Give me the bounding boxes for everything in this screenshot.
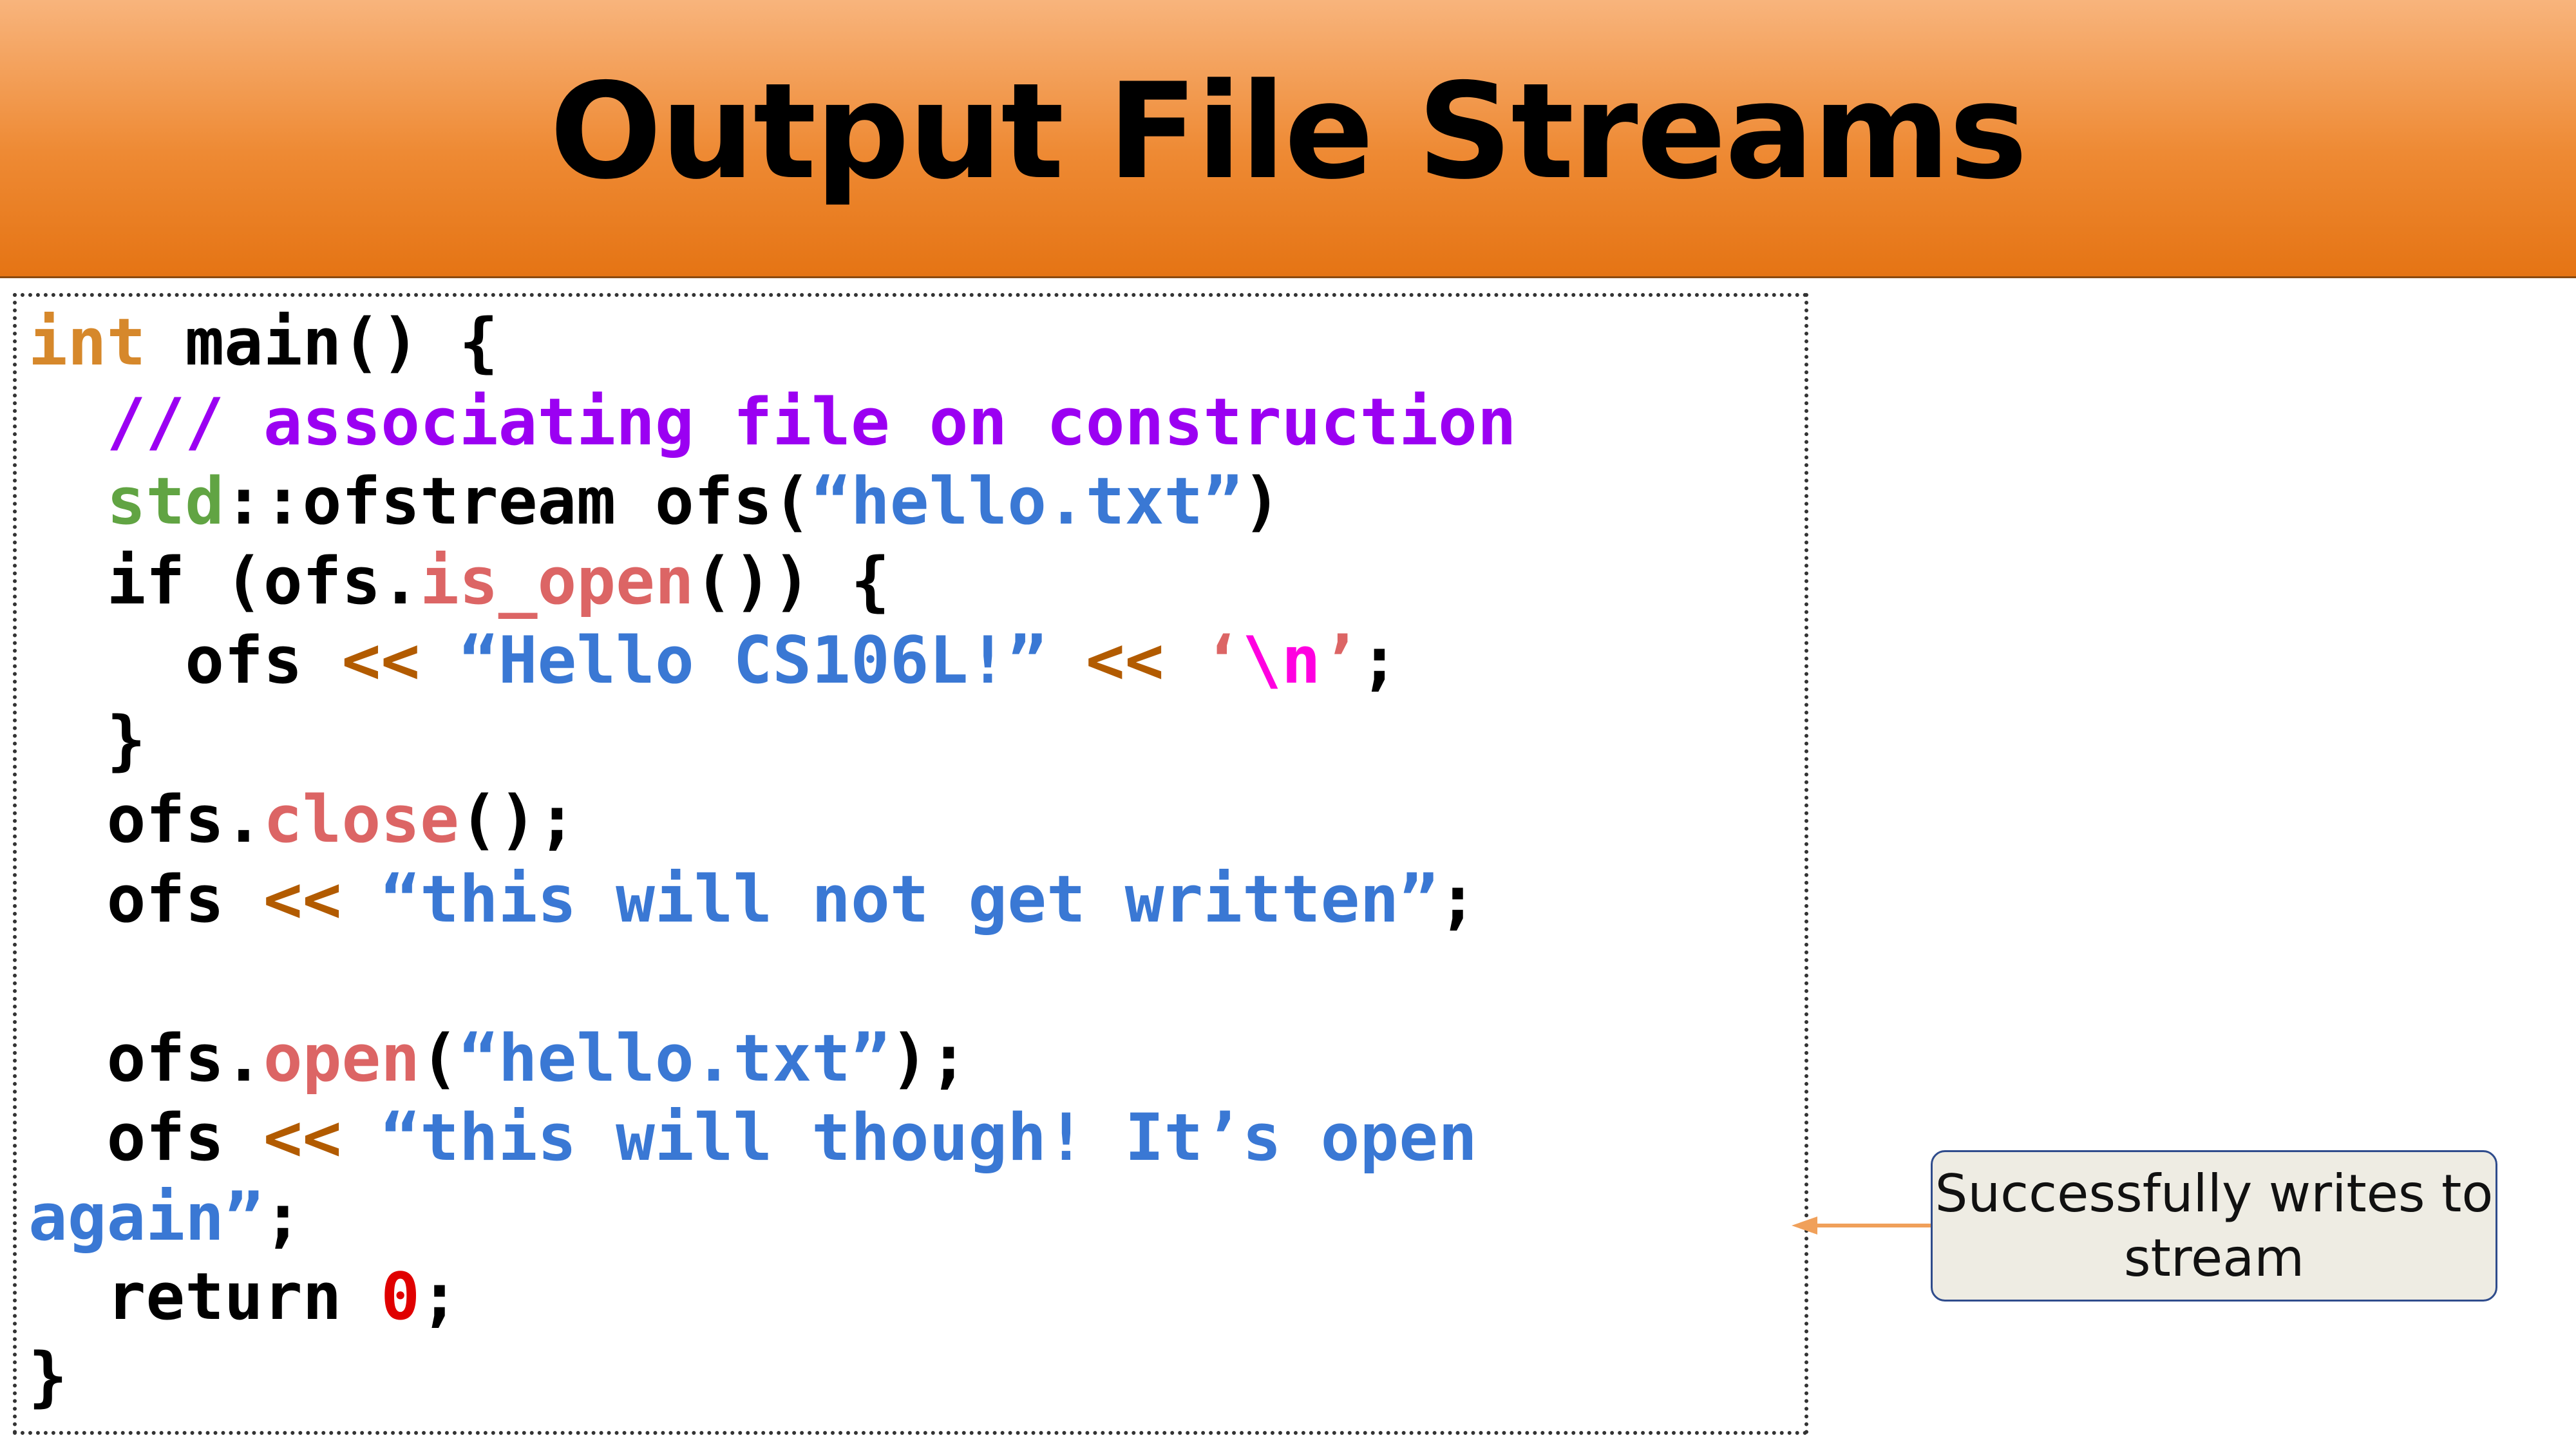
- code-token: ofs: [28, 622, 342, 698]
- code-token: return: [28, 1258, 381, 1334]
- pointer-arrow-icon: [1792, 1217, 1933, 1235]
- code-line: }: [28, 701, 1517, 781]
- code-line: return 0;: [28, 1257, 1517, 1337]
- code-token: 0: [381, 1258, 421, 1334]
- code-token: ::ofstream ofs(: [224, 463, 812, 539]
- code-line: ofs.close();: [28, 780, 1517, 860]
- code-token: (: [420, 1019, 459, 1096]
- code-token: ’: [1320, 622, 1360, 698]
- code-token: ;: [1438, 860, 1477, 937]
- code-token: <<: [1085, 622, 1164, 698]
- callout-box: Successfully writes to stream: [1931, 1150, 2497, 1302]
- code-token: “Hello CS106L!”: [459, 622, 1047, 698]
- code-line: ofs << “this will though! It’s open: [28, 1098, 1517, 1178]
- code-token: again”: [28, 1179, 263, 1255]
- title-banner: Output File Streams: [0, 0, 2576, 278]
- code-line: again”;: [28, 1178, 1517, 1258]
- slide-title: Output File Streams: [549, 55, 2028, 209]
- code-token: “this will though! It’s open: [381, 1099, 1477, 1175]
- code-line: /// associating file on construction: [28, 383, 1517, 462]
- code-token: }: [28, 1338, 68, 1414]
- code-token: “this will not get written”: [381, 860, 1439, 937]
- code-token: std: [106, 463, 225, 539]
- code-token: ;: [263, 1179, 303, 1255]
- code-line: }: [28, 1337, 1517, 1417]
- code-token: ;: [1359, 622, 1399, 698]
- code-line: ofs << “this will not get written”;: [28, 860, 1517, 940]
- code-token: ;: [420, 1258, 459, 1334]
- code-block: int main() { /// associating file on con…: [28, 303, 1517, 1416]
- code-line: ofs << “Hello CS106L!” << ‘\n’;: [28, 621, 1517, 701]
- code-token: \n: [1242, 622, 1321, 698]
- code-token: <<: [263, 860, 342, 937]
- code-token: ‘: [1203, 622, 1243, 698]
- code-token: int: [28, 304, 146, 380]
- code-token: ): [1242, 463, 1282, 539]
- code-token: “hello.txt”: [811, 463, 1243, 539]
- code-token: );: [889, 1019, 969, 1096]
- code-token: <<: [263, 1099, 342, 1175]
- code-token: ofs: [28, 1099, 263, 1175]
- code-token: }: [28, 701, 146, 778]
- code-token: close: [263, 781, 459, 857]
- code-token: “hello.txt”: [459, 1019, 890, 1096]
- code-token: ofs.: [28, 781, 263, 857]
- code-token: if (ofs.: [28, 542, 421, 619]
- code-line: if (ofs.is_open()) {: [28, 542, 1517, 621]
- code-token: ofs: [28, 860, 263, 937]
- code-line: std::ofstream ofs(“hello.txt”): [28, 462, 1517, 542]
- code-line: int main() {: [28, 303, 1517, 383]
- callout-text: Successfully writes to stream: [1935, 1163, 2494, 1288]
- code-line: ofs.open(“hello.txt”);: [28, 1019, 1517, 1099]
- code-token: ()) {: [694, 542, 890, 619]
- code-token: open: [263, 1019, 421, 1096]
- code-token: ofs.: [28, 1019, 263, 1096]
- code-token: <<: [341, 622, 421, 698]
- code-token: is_open: [420, 542, 694, 619]
- code-token: ();: [459, 781, 577, 857]
- code-token: /// associating file on construction: [28, 383, 1517, 460]
- code-token: main() {: [146, 304, 498, 380]
